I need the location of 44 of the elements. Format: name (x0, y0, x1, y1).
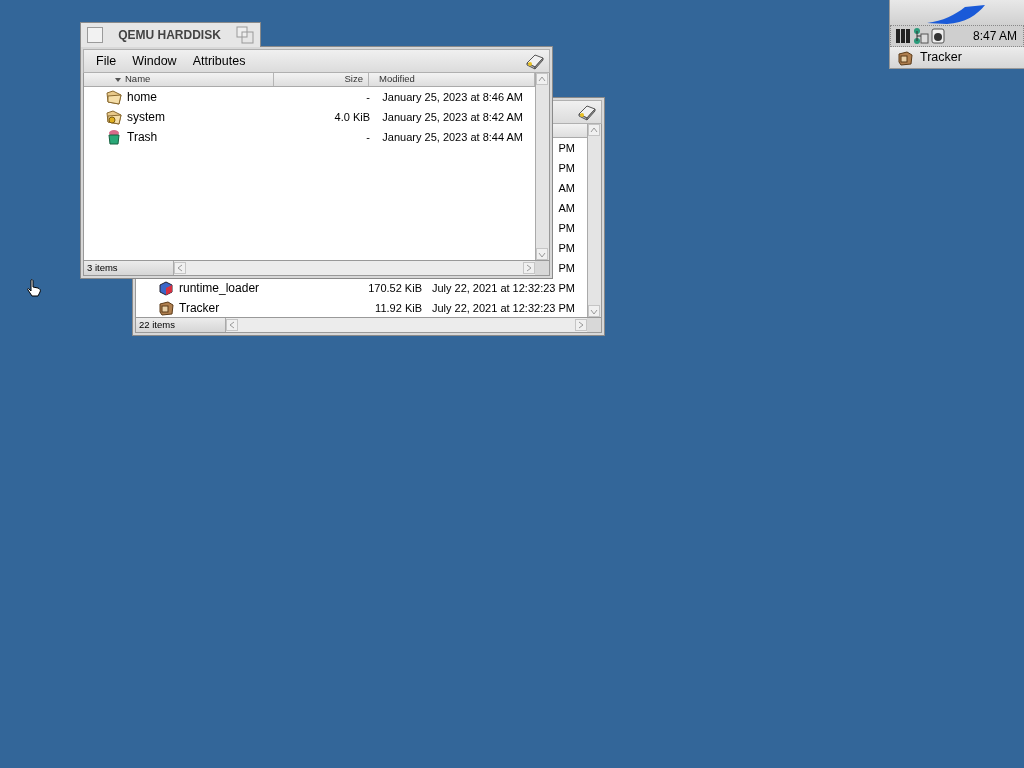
scroll-arrow-icon[interactable] (575, 319, 587, 331)
modified-date: PM (558, 160, 575, 176)
modified-date: PM (558, 260, 575, 276)
modified-date: PM (558, 140, 575, 156)
folder-icon (106, 109, 122, 125)
item-count: 22 items (136, 318, 226, 332)
cube-icon (158, 280, 174, 296)
folder-icon (106, 89, 122, 105)
network-icon[interactable] (913, 27, 929, 45)
scroll-arrow-icon[interactable] (588, 124, 600, 136)
menu-item[interactable]: File (88, 51, 125, 71)
menu-item[interactable]: Window (124, 51, 185, 71)
file-row[interactable]: runtime_loader 170.52 KiB July 22, 2021 at 12:32:23 PM (136, 278, 587, 298)
scroll-arrow-icon[interactable] (536, 73, 548, 85)
box-icon (158, 300, 174, 316)
horizontal-scrollbar[interactable] (174, 261, 535, 275)
item-count: 3 items (84, 261, 174, 275)
menu-item[interactable]: Attributes (184, 51, 254, 71)
window-title: QEMU HARDDISK (117, 27, 222, 44)
scroll-arrow-icon[interactable] (523, 262, 535, 274)
box-icon (897, 49, 913, 66)
cpu-meter-icon[interactable] (896, 28, 912, 44)
modified-date: AM (558, 200, 575, 216)
close-button[interactable] (87, 27, 103, 43)
zoom-button[interactable] (236, 26, 254, 44)
scroll-arrow-icon[interactable] (226, 319, 238, 331)
modified-date: AM (558, 180, 575, 196)
hand-cursor-icon (26, 279, 42, 297)
file-row[interactable]: home - January 25, 2023 at 8:46 AM (84, 87, 535, 107)
vertical-scrollbar[interactable] (535, 73, 549, 260)
file-row[interactable]: Tracker 11.92 KiB July 22, 2021 at 12:32:23 PM (136, 298, 587, 317)
column-heading[interactable]: Name (125, 73, 151, 87)
app-entry[interactable]: Tracker (890, 47, 1024, 68)
vertical-scrollbar[interactable] (587, 124, 601, 317)
modified-date: PM (558, 220, 575, 236)
modified-date: PM (558, 240, 575, 256)
trash-icon (106, 129, 122, 145)
horizontal-scrollbar[interactable] (226, 318, 587, 332)
column-heading[interactable]: Size (344, 73, 363, 87)
file-row[interactable]: Trash - January 25, 2023 at 8:44 AM (84, 127, 535, 147)
file-row[interactable]: system 4.0 KiB January 25, 2023 at 8:42 AM (84, 107, 535, 127)
scroll-arrow-icon[interactable] (174, 262, 186, 274)
column-heading[interactable]: Modified (379, 73, 415, 87)
speaker-icon[interactable] (930, 27, 946, 45)
